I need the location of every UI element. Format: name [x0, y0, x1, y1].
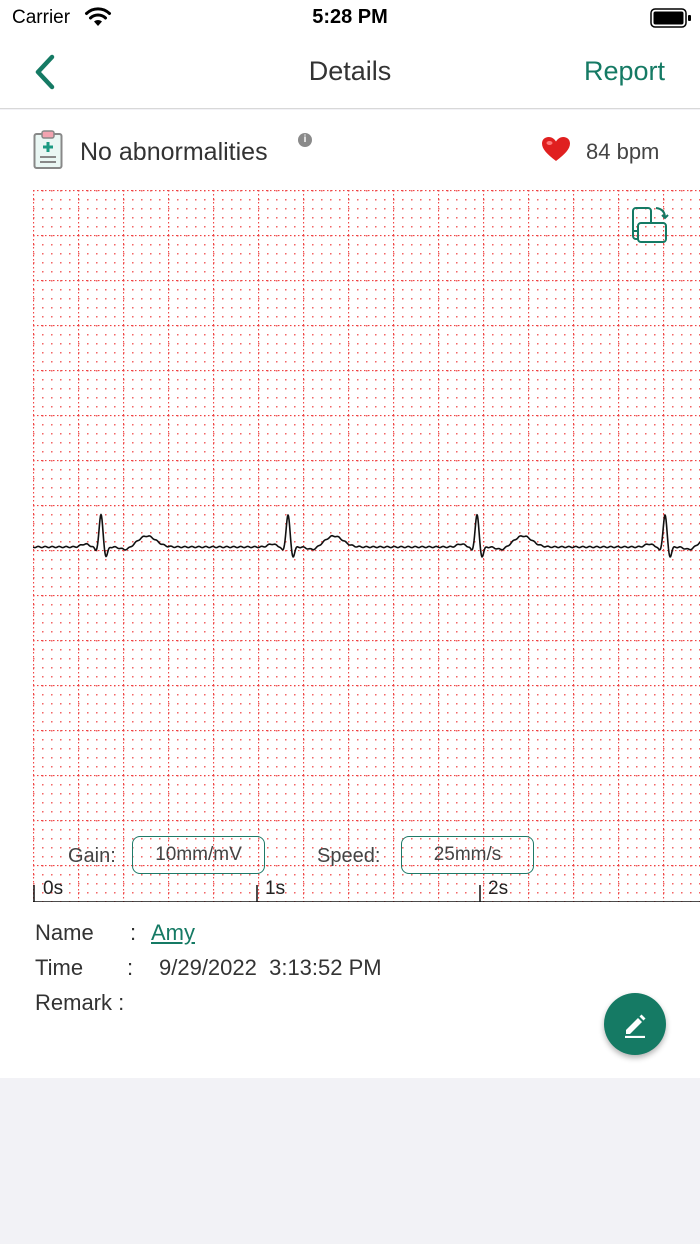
- edit-remark-button[interactable]: [604, 993, 666, 1055]
- heart-rate-value: 84 bpm: [586, 139, 660, 164]
- name-link[interactable]: Amy: [151, 920, 195, 946]
- detail-content: No abnormalities i 84 bpm Gain: 10mm/mV …: [0, 110, 700, 1078]
- remark-label: Remark :: [35, 990, 125, 1015]
- status-time: 5:28 PM: [312, 6, 388, 28]
- time-tick-1s: 1s: [265, 878, 286, 899]
- time-row: Time : 9/29/2022 3:13:52 PM: [35, 955, 382, 981]
- time-colon: :: [127, 955, 134, 980]
- gain-selector[interactable]: 10mm/mV: [132, 836, 265, 874]
- pencil-icon: [625, 1014, 646, 1038]
- info-icon[interactable]: i: [298, 133, 312, 147]
- heart-icon: [541, 136, 571, 167]
- time-tick-2s: 2s: [488, 878, 509, 899]
- time-tick-0s: 0s: [43, 878, 64, 899]
- status-bar: Carrier 5:28 PM: [0, 0, 700, 36]
- gain-label: Gain:: [68, 845, 116, 867]
- speed-selector[interactable]: 25mm/s: [401, 836, 534, 874]
- time-value: 9/29/2022 3:13:52 PM: [159, 955, 382, 980]
- name-colon: :: [130, 920, 137, 945]
- battery-icon: [650, 8, 692, 33]
- report-button[interactable]: Report: [584, 56, 665, 87]
- speed-label: Speed:: [317, 845, 381, 867]
- rotate-screen-icon: [632, 207, 669, 243]
- name-label: Name: [35, 920, 94, 945]
- result-row: No abnormalities i 84 bpm: [0, 110, 700, 190]
- nav-bar: Details Report: [0, 36, 700, 109]
- rotate-screen-button[interactable]: [629, 205, 669, 250]
- clipboard-medical-icon: [33, 130, 63, 175]
- result-text: No abnormalities: [80, 138, 268, 166]
- name-row: Name : Amy: [35, 920, 195, 946]
- time-label: Time: [35, 955, 84, 980]
- ecg-strip[interactable]: [33, 190, 700, 902]
- remark-row: Remark :: [35, 990, 124, 1016]
